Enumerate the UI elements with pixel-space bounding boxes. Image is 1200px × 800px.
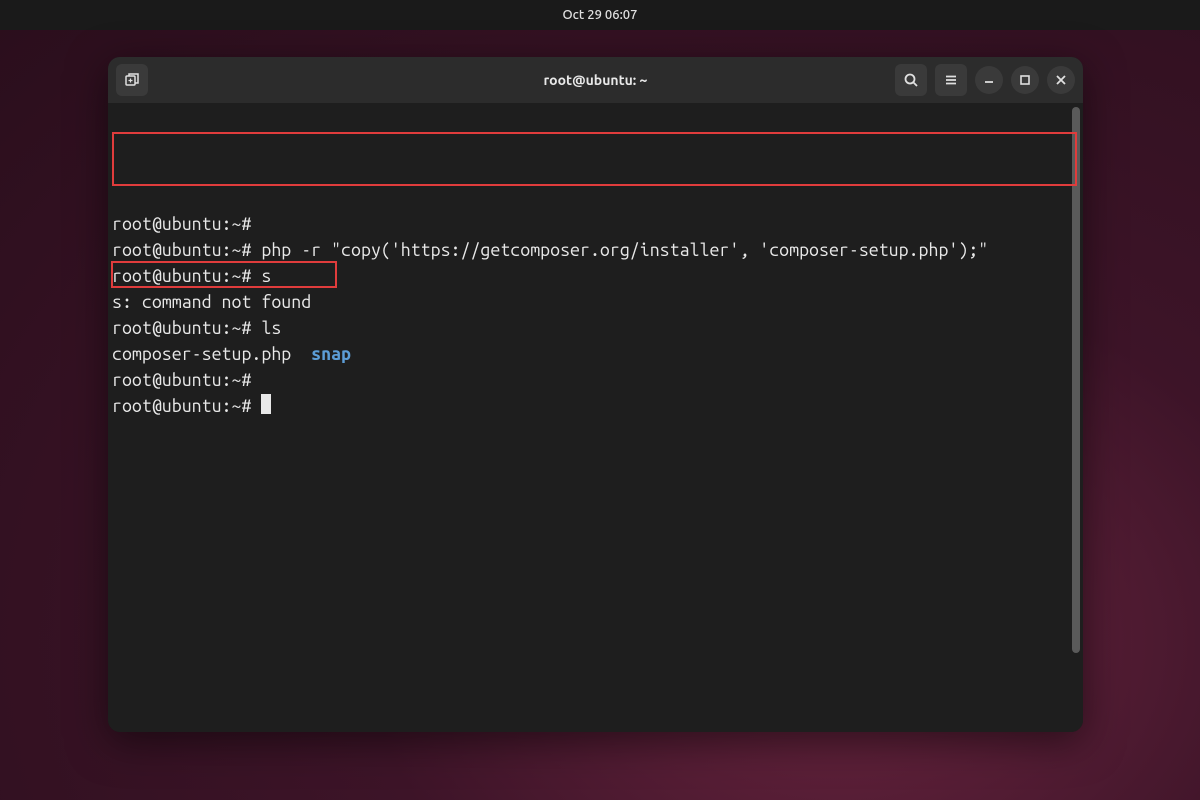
titlebar: root@ubuntu: ~ xyxy=(108,57,1083,103)
terminal-line: root@ubuntu:~# xyxy=(112,211,1071,237)
close-button[interactable] xyxy=(1047,66,1075,94)
search-icon xyxy=(903,72,919,88)
terminal-content[interactable]: root@ubuntu:~#root@ubuntu:~# php -r "cop… xyxy=(112,107,1071,728)
terminal-line: root@ubuntu:~# php -r "copy('https://get… xyxy=(112,237,1071,263)
ls-directory: snap xyxy=(311,344,351,364)
terminal-line: root@ubuntu:~# ls xyxy=(112,315,1071,341)
terminal-line: s: command not found xyxy=(112,289,1071,315)
hamburger-icon xyxy=(943,72,959,88)
close-icon xyxy=(1053,72,1069,88)
cursor xyxy=(261,394,271,414)
desktop-topbar: Oct 29 06:07 xyxy=(0,0,1200,30)
menu-button[interactable] xyxy=(935,64,967,96)
maximize-icon xyxy=(1017,72,1033,88)
ls-file: composer-setup.php xyxy=(112,344,291,364)
maximize-button[interactable] xyxy=(1011,66,1039,94)
annotation-box-command xyxy=(112,132,1077,186)
window-title: root@ubuntu: ~ xyxy=(544,72,648,88)
terminal-line: root@ubuntu:~# xyxy=(112,393,1071,419)
clock: Oct 29 06:07 xyxy=(563,8,638,22)
terminal-line: root@ubuntu:~# xyxy=(112,367,1071,393)
minimize-button[interactable] xyxy=(975,66,1003,94)
new-tab-icon xyxy=(124,72,140,88)
minimize-icon xyxy=(981,72,997,88)
new-tab-button[interactable] xyxy=(116,64,148,96)
terminal-window: root@ubuntu: ~ xyxy=(108,57,1083,732)
scrollbar-thumb[interactable] xyxy=(1072,107,1080,653)
search-button[interactable] xyxy=(895,64,927,96)
prompt: root@ubuntu:~# xyxy=(112,396,261,416)
terminal-line: composer-setup.php snap xyxy=(112,341,1071,367)
terminal-body[interactable]: root@ubuntu:~#root@ubuntu:~# php -r "cop… xyxy=(108,103,1083,732)
terminal-line: root@ubuntu:~# s xyxy=(112,263,1071,289)
scrollbar[interactable] xyxy=(1071,107,1081,728)
